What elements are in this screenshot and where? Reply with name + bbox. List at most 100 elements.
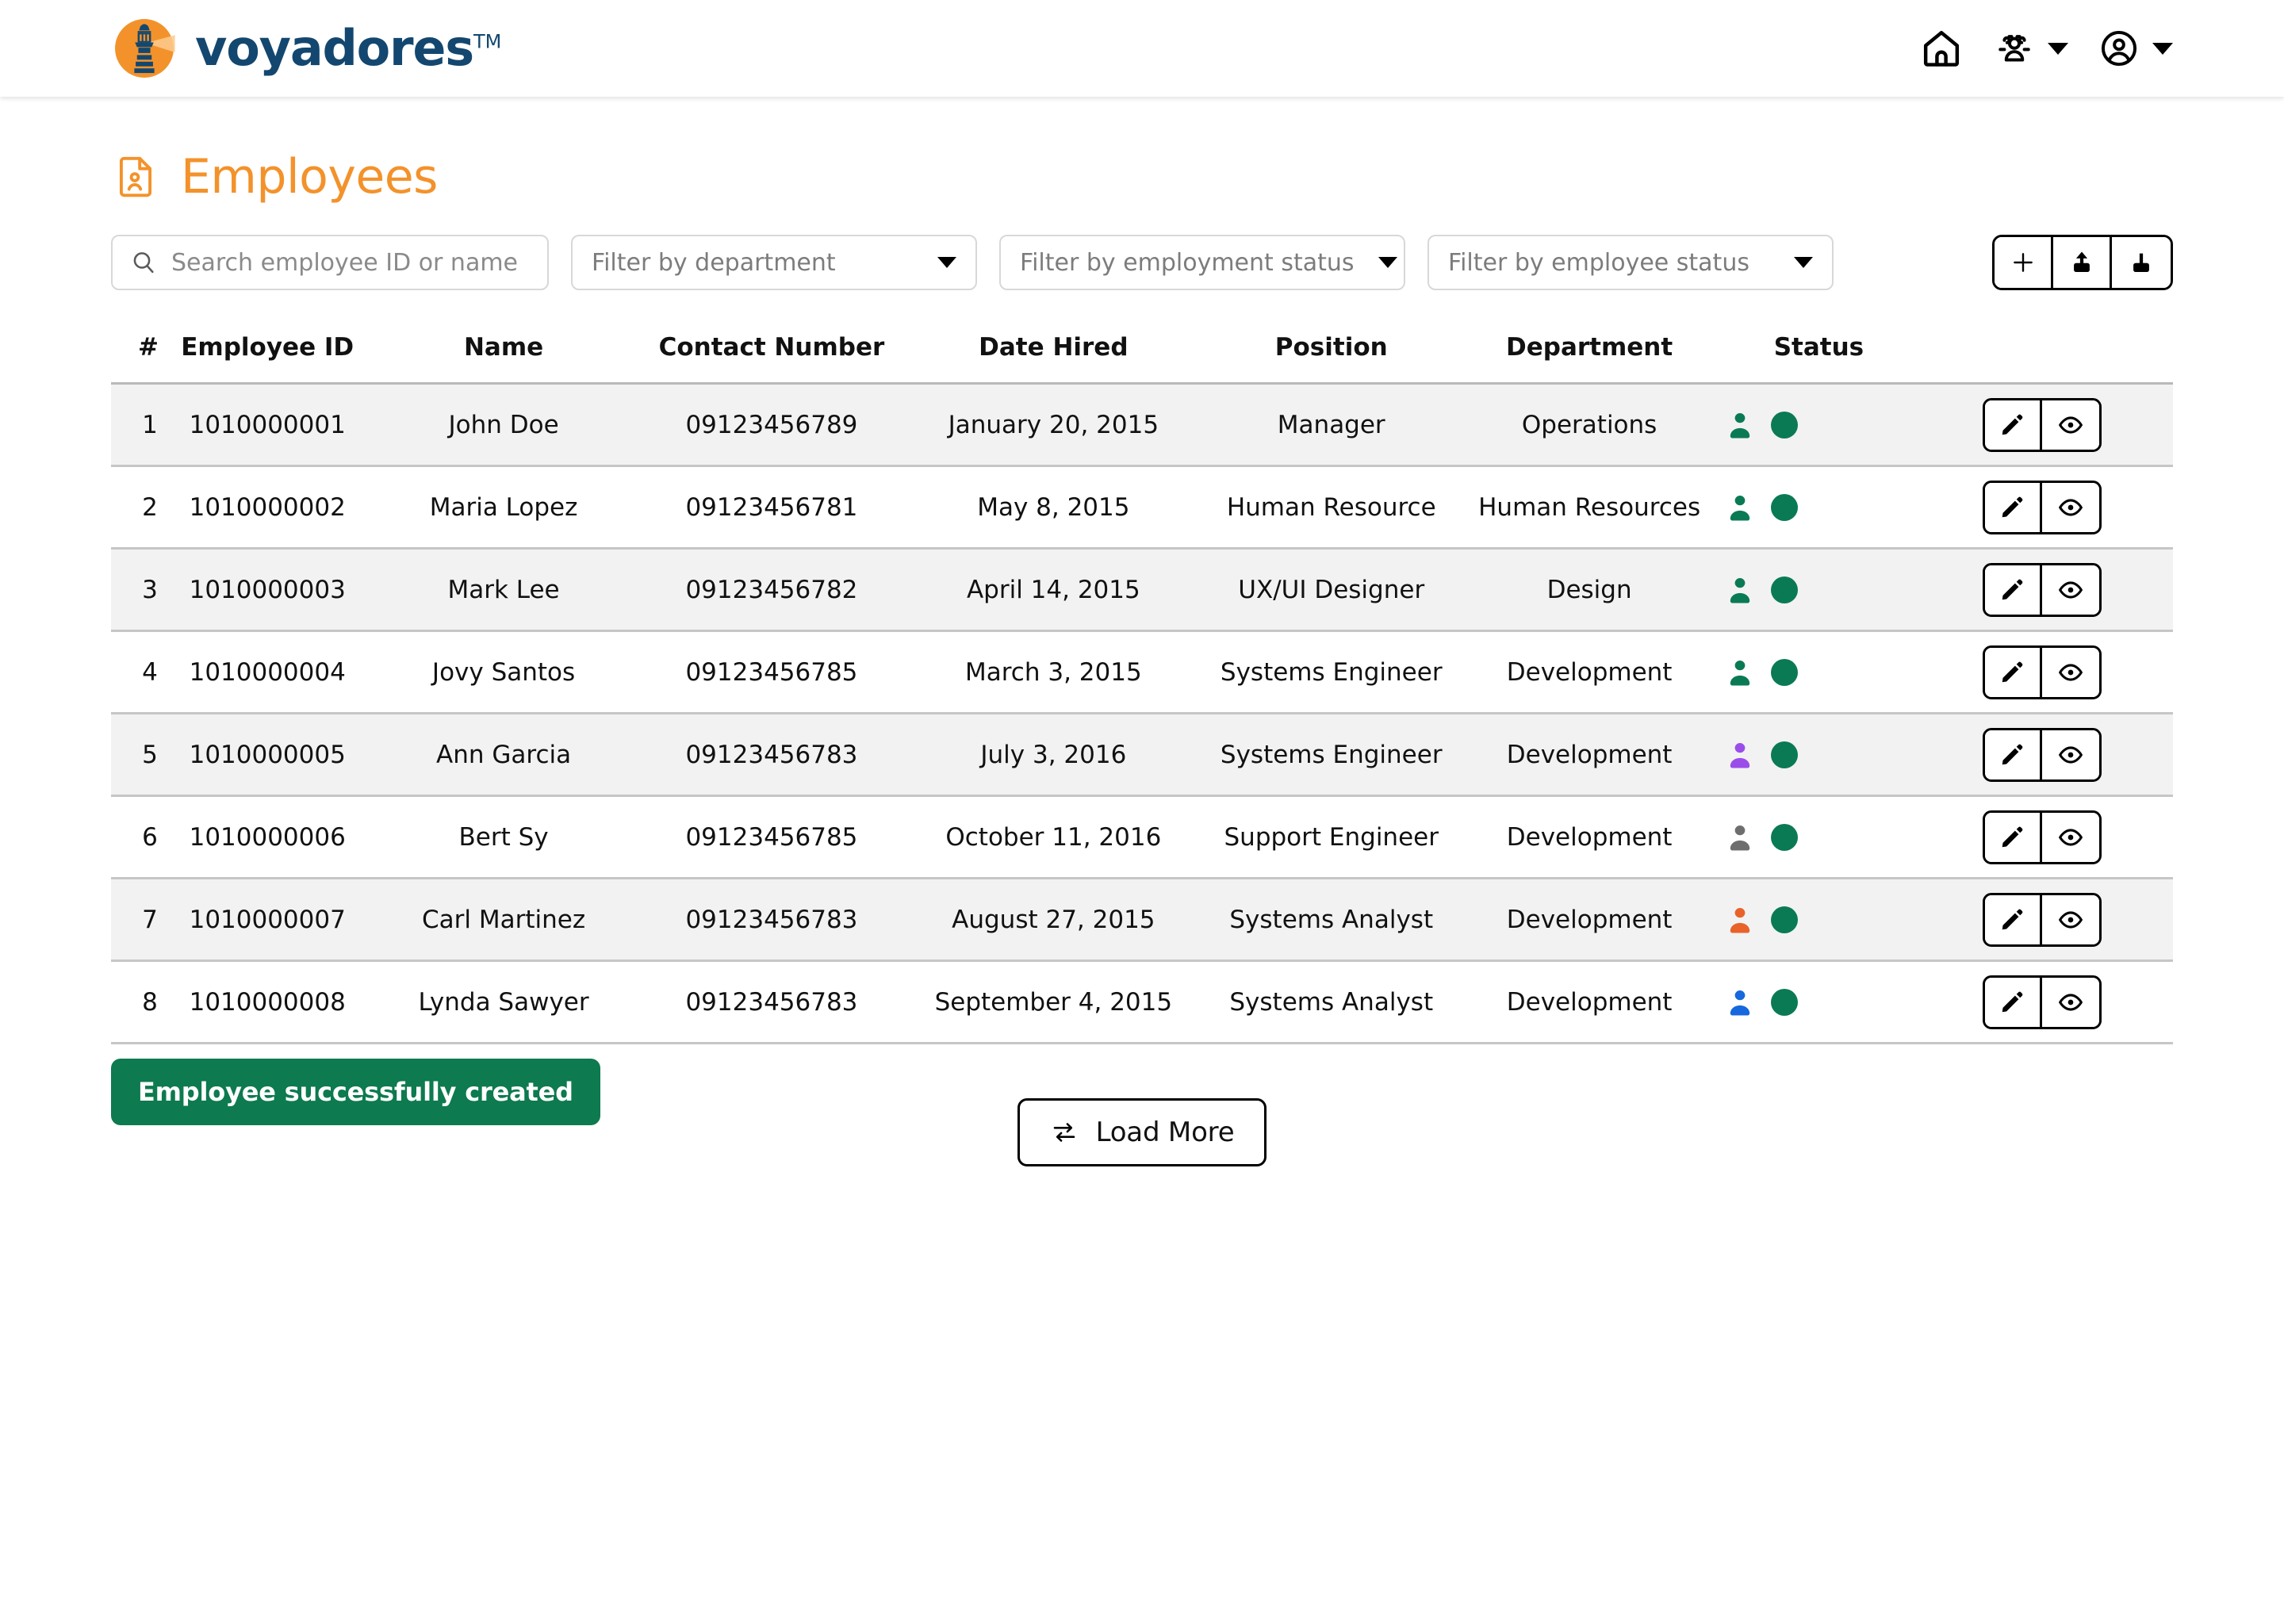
- cell-name: Bert Sy: [458, 822, 549, 852]
- plus-icon: [2013, 253, 2033, 272]
- home-icon: [1923, 30, 1960, 67]
- load-more-button[interactable]: Load More: [1017, 1098, 1267, 1166]
- table-row[interactable]: 3 1010000003 Mark Lee 09123456782 April 14, …: [111, 548, 2173, 631]
- import-employees-button[interactable]: [2112, 237, 2171, 288]
- person-status-icon: [1730, 990, 1750, 1015]
- view-row-button[interactable]: [2041, 812, 2099, 862]
- cell-employee-id: 1010000004: [189, 657, 346, 687]
- search-box[interactable]: [111, 235, 549, 290]
- table-row[interactable]: 5 1010000005 Ann Garcia 09123456783 July 3, …: [111, 713, 2173, 796]
- table-row[interactable]: 4 1010000004 Jovy Santos 09123456785 March 3…: [111, 630, 2173, 714]
- edit-row-button[interactable]: [1984, 647, 2042, 697]
- cell-actions: [1911, 631, 2173, 714]
- app-header: voyadoresTM: [0, 0, 2284, 97]
- person-status-icon: [1730, 742, 1750, 768]
- table-row[interactable]: 7 1010000007 Carl Martinez 09123456783 Augus…: [111, 878, 2173, 961]
- status-dot-icon: [1771, 741, 1799, 768]
- chevron-down-icon: [1378, 257, 1397, 268]
- edit-row-button[interactable]: [1984, 812, 2042, 862]
- cell-contact-number: 09123456783: [685, 905, 858, 934]
- person-status-icon: [1730, 495, 1750, 520]
- edit-row-button[interactable]: [1984, 400, 2042, 450]
- nav-home-button[interactable]: [1919, 26, 1964, 71]
- person-status-icon: [1730, 660, 1750, 685]
- edit-row-button[interactable]: [1984, 482, 2042, 532]
- cell-status: [1720, 961, 1910, 1044]
- view-row-button[interactable]: [2041, 730, 2099, 779]
- employee-document-icon: [119, 156, 152, 197]
- view-row-button[interactable]: [2041, 482, 2099, 532]
- cell-number: 7: [142, 905, 158, 934]
- row-action-group: [1982, 562, 2102, 617]
- nav-account-menu[interactable]: [2097, 26, 2173, 71]
- view-row-button[interactable]: [2041, 894, 2099, 944]
- row-action-group: [1982, 397, 2102, 452]
- cell-status: [1720, 796, 1910, 879]
- edit-row-button[interactable]: [1984, 730, 2042, 779]
- cell-name: Jovy Santos: [431, 657, 576, 687]
- edit-row-button[interactable]: [1984, 894, 2042, 944]
- view-row-button[interactable]: [2041, 400, 2099, 450]
- cell-position: Systems Engineer: [1220, 740, 1443, 769]
- cell-number: 2: [142, 492, 158, 522]
- cell-position: Support Engineer: [1224, 822, 1439, 852]
- status-dot-icon: [1771, 658, 1799, 686]
- brand-trademark: TM: [473, 30, 502, 53]
- person-status-icon: [1730, 577, 1750, 603]
- add-employee-button[interactable]: [1995, 237, 2053, 288]
- cell-employee-id: 1010000005: [189, 740, 346, 769]
- cell-number: 8: [142, 987, 158, 1017]
- pencil-icon: [2002, 826, 2023, 847]
- filter-by-department-select[interactable]: Filter by department: [571, 235, 977, 290]
- table-row[interactable]: 8 1010000008 Lynda Sawyer 09123456783 Septem…: [111, 960, 2173, 1044]
- cell-date-hired: January 20, 2015: [948, 410, 1159, 439]
- column-header-employee-id: Employee ID: [181, 333, 354, 362]
- cell-employee-id: 1010000003: [189, 575, 346, 604]
- row-actions: [1911, 562, 2173, 617]
- cell-employee-id: 1010000001: [189, 410, 346, 439]
- status-badge: [1726, 411, 1910, 439]
- cell-position: Human Resource: [1226, 492, 1436, 522]
- edit-row-button[interactable]: [1984, 565, 2042, 615]
- eye-icon: [2058, 580, 2083, 599]
- cell-date-hired: September 4, 2015: [934, 987, 1173, 1017]
- filter-by-employee-status-select[interactable]: Filter by employee status: [1428, 235, 1834, 290]
- row-actions: [1911, 645, 2173, 699]
- table-row[interactable]: 1 1010000001 John Doe 09123456789 January 20…: [111, 383, 2173, 466]
- cell-status: [1720, 631, 1910, 714]
- column-header-name: Name: [463, 333, 544, 362]
- edit-row-button[interactable]: [1984, 977, 2042, 1027]
- eye-icon: [2058, 498, 2083, 516]
- pencil-icon: [2002, 744, 2023, 764]
- cell-department: Human Resources: [1478, 492, 1701, 522]
- table-row[interactable]: 6 1010000006 Bert Sy 09123456785 October 11,…: [111, 795, 2173, 879]
- cell-name: Lynda Sawyer: [418, 987, 589, 1017]
- cell-contact-number: 09123456789: [685, 410, 858, 439]
- cell-name: Ann Garcia: [436, 740, 572, 769]
- status-dot-icon: [1771, 576, 1799, 603]
- column-header-department: Department: [1506, 333, 1673, 362]
- eye-icon: [2058, 416, 2083, 434]
- pencil-icon: [2002, 661, 2023, 682]
- cell-department: Development: [1506, 657, 1673, 687]
- employees-table-body: 1 1010000001 John Doe 09123456789 January 20…: [111, 383, 2173, 1044]
- cell-number: 5: [142, 740, 158, 769]
- cell-employee-id: 1010000002: [189, 492, 346, 522]
- cell-contact-number: 09123456781: [685, 492, 858, 522]
- view-row-button[interactable]: [2041, 647, 2099, 697]
- header-nav: [1919, 26, 2173, 71]
- filter-employee-status-label: Filter by employee status: [1448, 248, 1749, 277]
- brand-logo[interactable]: voyadoresTM: [111, 15, 501, 82]
- chevron-down-icon: [1794, 257, 1813, 268]
- pencil-icon: [2002, 579, 2023, 599]
- eye-icon: [2058, 663, 2083, 681]
- search-input[interactable]: [171, 248, 530, 277]
- filter-by-employment-status-select[interactable]: Filter by employment status: [999, 235, 1405, 290]
- nav-people-menu[interactable]: [1992, 26, 2068, 71]
- export-employees-button[interactable]: [2053, 237, 2112, 288]
- view-row-button[interactable]: [2041, 565, 2099, 615]
- table-row[interactable]: 2 1010000002 Maria Lopez 09123456781 May 8, …: [111, 465, 2173, 549]
- cell-actions: [1911, 466, 2173, 549]
- view-row-button[interactable]: [2041, 977, 2099, 1027]
- load-more-label: Load More: [1095, 1116, 1235, 1148]
